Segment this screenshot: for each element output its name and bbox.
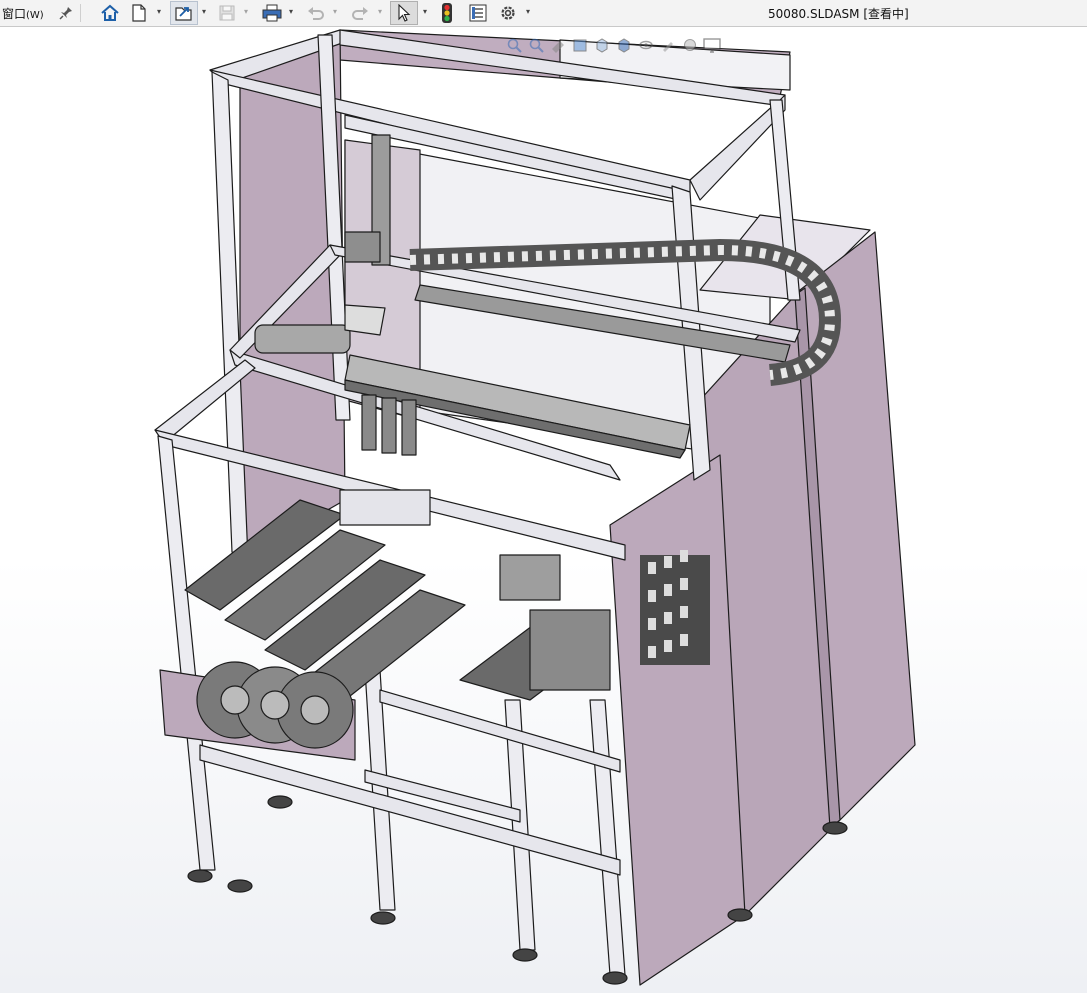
lower-mid-post [364,669,396,911]
undo-dropdown-icon[interactable]: ▾ [333,7,337,16]
display-style-icon[interactable] [615,36,633,54]
pin-icon[interactable] [57,0,75,26]
leveling-foot-7 [822,821,848,835]
horizontal-cylinder [254,324,351,354]
filter-regulator [499,554,561,601]
apply-scene-icon[interactable] [681,36,699,54]
select-dropdown-icon[interactable]: ▾ [423,7,427,16]
gripper-stem-1 [361,394,377,451]
undo-icon[interactable] [305,0,327,26]
new-document-icon[interactable] [130,0,148,26]
sprocket-hub-1 [220,685,250,715]
leveling-foot-8 [267,795,293,809]
select-arrow-icon[interactable] [390,1,418,25]
terminal-block-panel [640,550,710,665]
hide-show-icon[interactable] [637,36,655,54]
leveling-foot-1 [187,869,213,883]
redo-dropdown-icon[interactable]: ▾ [378,7,382,16]
cable-gland-plate [339,489,431,526]
open-document-icon[interactable] [170,1,198,25]
graphics-viewport[interactable] [0,27,1087,993]
section-view-icon[interactable] [571,36,589,54]
window-menu[interactable]: 窗口(W) [2,5,44,22]
assembly-model[interactable] [0,27,1087,993]
leveling-foot-4 [512,948,538,962]
leveling-foot-5 [602,971,628,985]
traffic-light-icon[interactable] [438,0,456,26]
gripper-stem-3 [401,399,417,456]
print-dropdown-icon[interactable]: ▾ [289,7,293,16]
window-menu-label: 窗口 [2,7,27,21]
redo-icon[interactable] [349,0,371,26]
save-dropdown-icon[interactable]: ▾ [244,7,248,16]
save-icon[interactable] [217,0,237,26]
home-icon[interactable] [99,0,121,26]
view-orientation-icon[interactable] [593,36,611,54]
motor-block [344,231,381,263]
leveling-foot-3 [370,911,396,925]
new-document-dropdown-icon[interactable]: ▾ [157,7,161,16]
command-toolbar: 窗口(W) ▾ ▾ ▾ ▾ ▾ ▾ ▾ ▾ 50080.SLDASM [查看中] [0,0,1087,27]
front-lower-panel [609,454,746,986]
previous-view-icon[interactable] [549,36,567,54]
options-gear-icon[interactable] [498,0,518,26]
file-properties-icon[interactable] [468,0,488,26]
window-menu-accelerator: (W) [26,10,44,21]
lower-right-post [589,699,626,976]
sprocket-hub-2 [260,690,290,720]
view-settings-icon[interactable] [703,36,721,54]
zoom-to-fit-icon[interactable] [505,36,523,54]
edit-appearance-icon[interactable] [659,36,677,54]
open-document-dropdown-icon[interactable]: ▾ [202,7,206,16]
gripper-stem-2 [381,397,397,454]
heads-up-view-toolbar [505,34,721,56]
zoom-to-area-icon[interactable] [527,36,545,54]
options-dropdown-icon[interactable]: ▾ [526,7,530,16]
pick-gripper-head [344,304,386,336]
sprocket-hub-3 [300,695,330,725]
bottom-rail-front [199,744,621,876]
leveling-foot-6 [727,908,753,922]
lower-left-front-post [157,435,216,871]
print-icon[interactable] [260,0,284,26]
bottom-rail-rear [379,689,621,773]
document-title: 50080.SLDASM [查看中] [768,7,909,21]
leveling-foot-2 [227,879,253,893]
valve-manifold [529,609,611,691]
